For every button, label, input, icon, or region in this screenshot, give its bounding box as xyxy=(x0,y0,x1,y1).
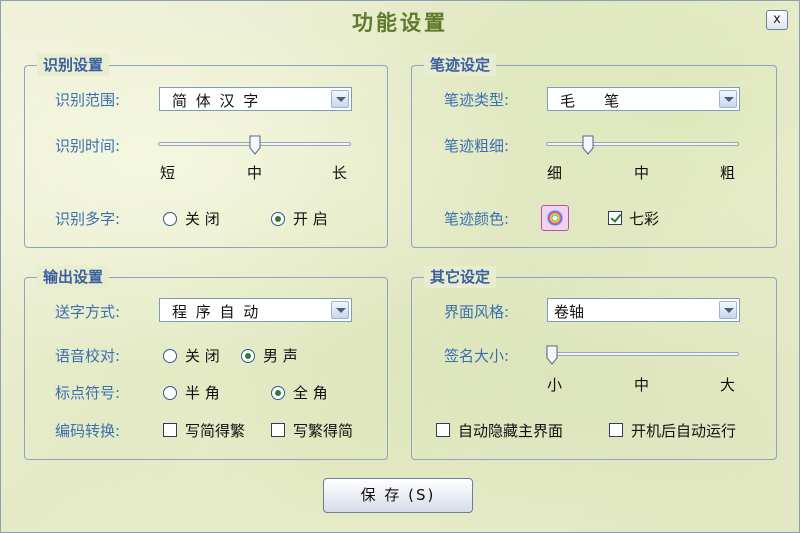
stroke-width-tick-mid: 中 xyxy=(634,164,650,182)
other-sig-tick-large: 大 xyxy=(720,376,736,394)
chevron-down-icon[interactable] xyxy=(719,301,737,319)
other-style-label: 界面风格: xyxy=(444,303,510,321)
encode-simp-to-trad-checkbox[interactable] xyxy=(163,423,177,437)
stroke-type-label: 笔迹类型: xyxy=(444,91,510,109)
other-sig-label: 签名大小: xyxy=(444,347,510,365)
rainbow-color-icon[interactable] xyxy=(541,205,569,231)
recognition-range-select[interactable]: 简 体 汉 字 xyxy=(159,87,352,111)
rainbow-checkbox[interactable] xyxy=(608,211,622,225)
output-voice-off-label[interactable]: 关 闭 xyxy=(185,346,220,366)
output-send-label: 送字方式: xyxy=(55,303,121,321)
output-encode-label: 编码转换: xyxy=(55,422,121,440)
other-sig-thumb[interactable] xyxy=(546,345,558,365)
encode-simp-to-trad-label[interactable]: 写简得繁 xyxy=(185,421,245,441)
recognition-time-tick-long: 长 xyxy=(332,164,348,182)
autohide-checkbox[interactable] xyxy=(436,423,450,437)
stroke-width-thumb[interactable] xyxy=(582,135,594,155)
recognition-range-label: 识别范围: xyxy=(55,91,121,109)
recognition-multi-off-radio[interactable] xyxy=(163,212,177,226)
other-style-select[interactable]: 卷轴 xyxy=(547,298,740,322)
save-button[interactable]: 保 存 (S) xyxy=(323,478,473,513)
stroke-group-title: 笔迹设定 xyxy=(424,54,497,76)
output-punct-full-radio[interactable] xyxy=(271,386,285,400)
output-voice-male-label[interactable]: 男 声 xyxy=(263,346,298,366)
stroke-width-label: 笔迹粗细: xyxy=(444,137,510,155)
autohide-label[interactable]: 自动隐藏主界面 xyxy=(458,421,563,441)
recognition-time-tick-mid: 中 xyxy=(247,164,263,182)
autorun-label[interactable]: 开机后自动运行 xyxy=(631,421,736,441)
autorun-checkbox[interactable] xyxy=(609,423,623,437)
window-title: 功能设置 xyxy=(352,10,448,35)
other-group-title: 其它设定 xyxy=(424,266,497,288)
chevron-down-icon[interactable] xyxy=(719,90,737,108)
recognition-multi-off-label[interactable]: 关 闭 xyxy=(185,209,220,229)
chevron-down-icon[interactable] xyxy=(331,90,349,108)
stroke-type-select[interactable]: 毛 笔 xyxy=(547,87,740,111)
recognition-time-thumb[interactable] xyxy=(249,135,261,155)
recognition-multi-label: 识别多字: xyxy=(55,210,121,228)
stroke-color-label: 笔迹颜色: xyxy=(444,210,510,228)
encode-trad-to-simp-checkbox[interactable] xyxy=(271,423,285,437)
output-send-value: 程 序 自 动 xyxy=(172,303,261,321)
stroke-width-slider[interactable] xyxy=(546,142,739,146)
output-punct-label: 标点符号: xyxy=(55,384,121,402)
recognition-multi-on-radio[interactable] xyxy=(271,212,285,226)
output-voice-male-radio[interactable] xyxy=(241,349,255,363)
output-punct-full-label[interactable]: 全 角 xyxy=(293,383,328,403)
other-sig-tick-small: 小 xyxy=(547,376,563,394)
chevron-down-icon[interactable] xyxy=(331,301,349,319)
color-ring xyxy=(547,210,563,226)
output-group-title: 输出设置 xyxy=(37,266,110,288)
settings-window: 功能设置 x 识别设置 识别范围: 简 体 汉 字 识别时间: 短 中 长 识别… xyxy=(0,0,800,533)
output-voice-off-radio[interactable] xyxy=(163,349,177,363)
stroke-width-tick-thin: 细 xyxy=(547,164,563,182)
output-send-select[interactable]: 程 序 自 动 xyxy=(159,298,352,322)
recognition-time-tick-short: 短 xyxy=(160,164,176,182)
output-voice-label: 语音校对: xyxy=(55,347,121,365)
other-sig-tick-mid: 中 xyxy=(634,376,650,394)
recognition-time-label: 识别时间: xyxy=(55,137,121,155)
rainbow-label[interactable]: 七彩 xyxy=(629,209,659,229)
recognition-group-title: 识别设置 xyxy=(37,54,110,76)
recognition-range-value: 简 体 汉 字 xyxy=(172,92,261,110)
output-punct-half-label[interactable]: 半 角 xyxy=(185,383,220,403)
output-punct-half-radio[interactable] xyxy=(163,386,177,400)
stroke-width-tick-thick: 粗 xyxy=(720,164,736,182)
encode-trad-to-simp-label[interactable]: 写繁得简 xyxy=(293,421,353,441)
close-button[interactable]: x xyxy=(766,10,788,30)
other-sig-slider[interactable] xyxy=(546,352,739,356)
recognition-multi-on-label[interactable]: 开 启 xyxy=(293,209,328,229)
other-style-value: 卷轴 xyxy=(554,303,585,321)
stroke-type-value: 毛 笔 xyxy=(560,92,622,110)
